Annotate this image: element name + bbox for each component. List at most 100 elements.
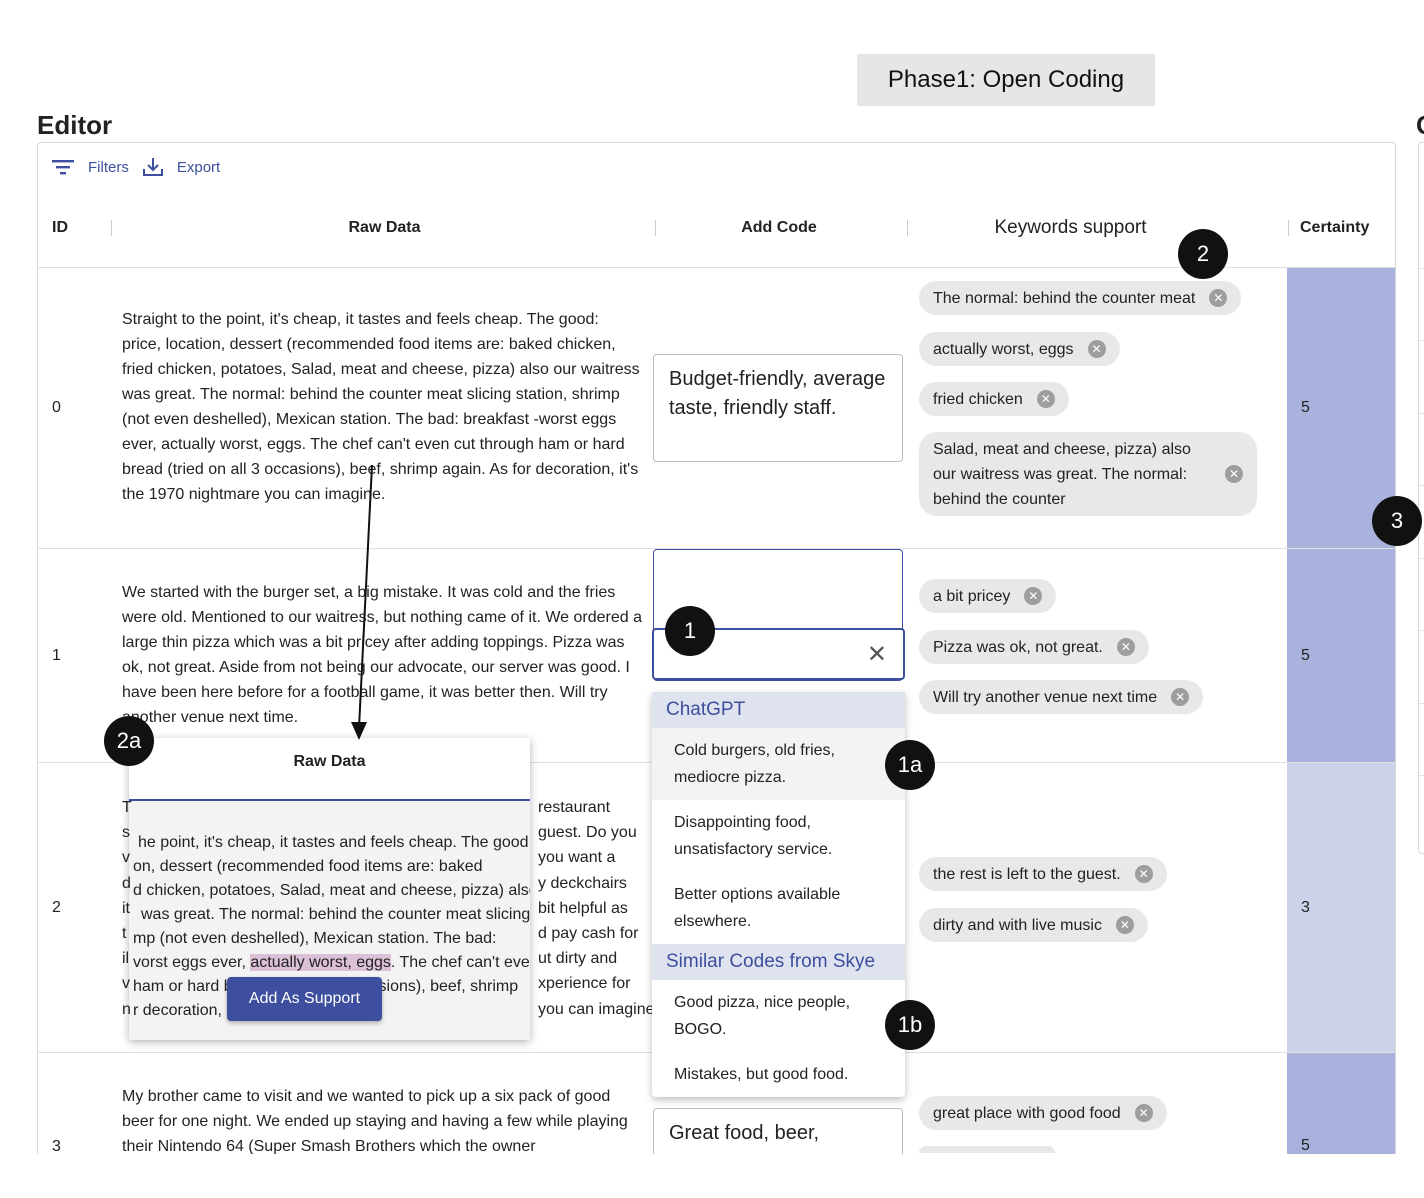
certainty-cell: 5 [1287, 549, 1395, 762]
certainty-value: 5 [1301, 1137, 1310, 1154]
raw-data-popup: Raw Data he point, it's cheap, it tastes… [129, 738, 530, 1040]
badge-2: 2 [1178, 229, 1228, 279]
suggestion-group-similar-codes: Similar Codes from Skye [652, 944, 905, 980]
raw-line: v [122, 849, 130, 867]
raw-line: xperience for [538, 975, 631, 993]
badge-2a: 2a [104, 716, 154, 766]
popup-line: on, dessert (recommended food items are:… [133, 858, 483, 875]
keyword-chip[interactable]: a bit pricey ✕ [919, 579, 1057, 613]
suggestion-group-chatgpt: ChatGPT [652, 692, 905, 728]
column-header-raw-data[interactable]: Raw Data [112, 203, 657, 253]
remove-chip-icon[interactable]: ✕ [1225, 465, 1243, 483]
raw-line: v [122, 975, 130, 993]
keyword-chip[interactable]: great place with good food ✕ [919, 1096, 1167, 1130]
raw-data-text[interactable]: restaurant guest. Do you you want a y de… [538, 795, 659, 1022]
row-id: 1 [52, 647, 61, 664]
raw-line: il [122, 950, 130, 968]
popup-line: he point, it's cheap, it tastes and feel… [138, 834, 530, 851]
certainty-cell: 3 [1287, 763, 1395, 1052]
certainty-cell: 5 [1287, 1053, 1395, 1154]
remove-chip-icon[interactable]: ✕ [1024, 587, 1043, 605]
keyword-chip[interactable]: Will try another venue next time ✕ [919, 680, 1204, 714]
keyword-chip[interactable]: the rest is left to the guest. ✕ [919, 857, 1167, 891]
raw-line: ut dirty and [538, 950, 618, 968]
remove-chip-icon[interactable]: ✕ [1209, 289, 1228, 307]
row-id: 2 [52, 899, 61, 916]
drag-arrow [351, 464, 373, 740]
raw-line: guest. Do you [538, 824, 637, 842]
close-icon[interactable]: ✕ [867, 640, 887, 669]
popup-title: Raw Data [129, 738, 530, 801]
raw-line: s [122, 824, 130, 842]
keyword-text: Pizza was ok, not great. [933, 638, 1103, 656]
raw-line: you want a [538, 849, 616, 867]
suggestion-item[interactable]: Good pizza, nice people, BOGO. [652, 980, 905, 1052]
code-input[interactable]: Great food, beer, [653, 1108, 903, 1154]
raw-line: n [122, 1000, 131, 1018]
keyword-text: dirty and with live music [933, 916, 1102, 934]
column-header-add-code[interactable]: Add Code [656, 203, 902, 253]
keyword-chip[interactable]: Salad, meat and cheese, pizza) also our … [919, 432, 1257, 516]
remove-chip-icon[interactable]: ✕ [1134, 865, 1153, 883]
remove-chip-icon[interactable]: ✕ [1116, 638, 1135, 656]
remove-chip-icon[interactable]: ✕ [1036, 390, 1055, 408]
suggestion-item[interactable]: Mistakes, but good food. [652, 1052, 905, 1097]
raw-line: it [122, 899, 130, 917]
raw-data-text[interactable]: My brother came to visit and we wanted t… [122, 1084, 642, 1154]
keyword-text: fried chicken [933, 390, 1023, 408]
popup-line: vorst eggs ever, actually worst, eggs. T… [133, 954, 530, 971]
suggestion-item[interactable]: Better options available elsewhere. [652, 872, 905, 944]
add-as-support-button[interactable]: Add As Support [227, 977, 382, 1021]
badge-1a: 1a [885, 740, 935, 790]
keyword-text: great place with good food [933, 1104, 1121, 1122]
export-label: Export [176, 158, 221, 176]
column-header-id[interactable]: ID [52, 203, 68, 253]
keyword-chip[interactable]: fried chicken ✕ [919, 382, 1069, 416]
keyword-chip[interactable]: Pizza was ok, not great. ✕ [919, 630, 1149, 664]
popup-line: was great. The normal: behind the counte… [141, 906, 530, 923]
download-icon [142, 158, 163, 176]
keyword-text: Salad, meat and cheese, pizza) also our … [933, 440, 1191, 508]
remove-chip-icon[interactable]: ✕ [1087, 340, 1106, 358]
keyword-chip[interactable]: dirty and with live music ✕ [919, 908, 1148, 942]
filters-label: Filters [88, 158, 129, 176]
keyword-text: the rest is left to the guest. [933, 865, 1121, 883]
raw-line: d [122, 874, 131, 892]
popup-line: d chicken, potatoes, Salad, meat and che… [133, 882, 530, 899]
raw-data-text-clip: T s v d it t il v n [122, 795, 132, 1022]
suggestion-item[interactable]: Disappointing food, unsatisfactory servi… [652, 800, 905, 872]
keyword-text: a bit pricey [933, 587, 1011, 605]
certainty-value: 5 [1301, 399, 1310, 416]
remove-chip-icon[interactable]: ✕ [1115, 916, 1134, 934]
certainty-value: 3 [1301, 898, 1310, 916]
remove-chip-icon[interactable]: ✕ [1171, 688, 1190, 706]
keyword-chip[interactable]: actually worst, eggs ✕ [919, 332, 1120, 366]
phase-banner: Phase1: Open Coding [857, 54, 1155, 106]
badge-3: 3 [1372, 496, 1422, 546]
code-input[interactable]: Budget-friendly, average taste, friendly… [653, 354, 903, 462]
code-suggestion-dropdown: ✕ ChatGPT Cold burgers, old fries, medio… [652, 628, 905, 1097]
highlighted-selection[interactable]: actually worst, eggs [250, 954, 391, 971]
badge-1b: 1b [885, 1000, 935, 1050]
keyword-text: actually worst, eggs [933, 340, 1074, 358]
keyword-text: Will try another venue next time [933, 688, 1158, 706]
column-header-certainty[interactable]: Certainty [1300, 203, 1369, 253]
raw-line: you can imagine. [538, 1000, 659, 1018]
editor-title: Editor [37, 110, 113, 140]
row-id: 0 [52, 399, 61, 416]
raw-line: y deckchairs [538, 874, 627, 892]
keyword-text: The normal: behind the counter meat [933, 289, 1196, 307]
raw-line: T [122, 799, 132, 816]
certainty-value: 5 [1301, 646, 1310, 664]
suggestion-item[interactable]: Cold burgers, old fries, mediocre pizza. [652, 728, 905, 800]
remove-chip-icon[interactable]: ✕ [1134, 1104, 1153, 1122]
suggestion-menu: ChatGPT Cold burgers, old fries, mediocr… [652, 692, 905, 1097]
popup-line: mp (not even deshelled), Mexican station… [133, 930, 497, 947]
filters-button[interactable]: Filters [52, 159, 129, 176]
toolbar: Filters Export [52, 157, 234, 177]
raw-line: d pay cash for [538, 925, 639, 943]
keyword-chip[interactable]: The normal: behind the counter meat ✕ [919, 281, 1242, 315]
keyword-chip-clipped[interactable] [919, 1146, 1055, 1153]
export-button[interactable]: Export [142, 157, 221, 177]
codebook-title: C [1416, 110, 1424, 141]
